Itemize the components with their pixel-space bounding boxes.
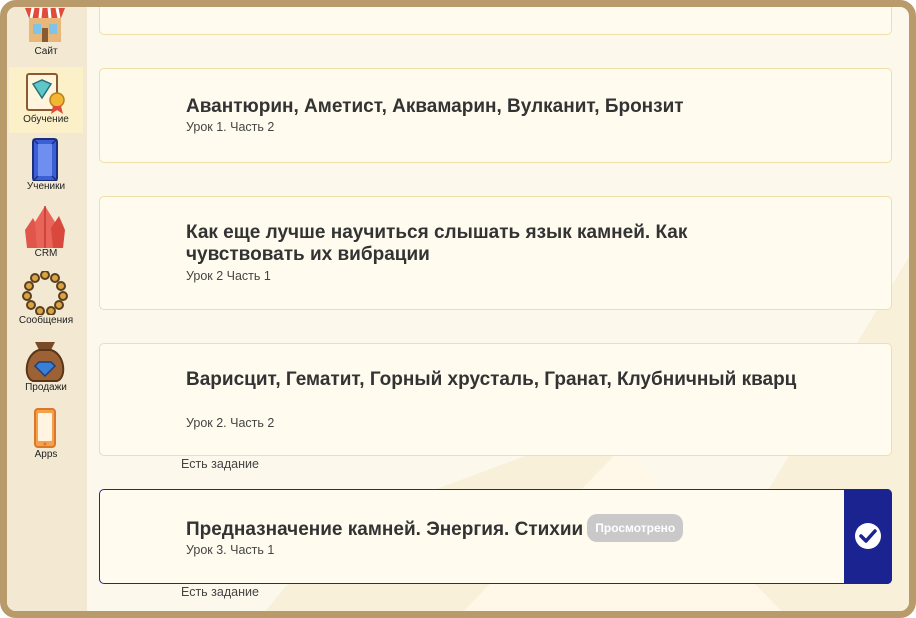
- sidebar-item-label: Сообщения: [18, 315, 74, 326]
- sidebar-item-students[interactable]: Ученики: [9, 134, 83, 200]
- sidebar-item-label: Сайт: [34, 46, 58, 57]
- lesson-card[interactable]: Авантюрин, Аметист, Аквамарин, Вулканит,…: [99, 68, 892, 163]
- lesson-subtitle: Урок 3. Часть 1: [186, 543, 275, 557]
- lesson-title: Варисцит, Гематит, Горный хрусталь, Гран…: [186, 369, 797, 390]
- sidebar-item-learning[interactable]: Обучение: [9, 67, 83, 133]
- sidebar-item-messages[interactable]: Сообщения: [9, 268, 83, 334]
- bead-bracelet-icon: [22, 271, 68, 315]
- lesson-subtitle: Урок 1. Часть 2: [186, 120, 275, 134]
- sidebar-item-label: Продажи: [25, 382, 67, 393]
- lesson-title: Авантюрин, Аметист, Аквамарин, Вулканит,…: [186, 96, 684, 117]
- sidebar-item-label: Ученики: [26, 181, 66, 192]
- lessons-list: Авантюрин, Аметист, Аквамарин, Вулканит,…: [87, 7, 909, 611]
- lesson-card[interactable]: Предназначение камней. Энергия. Стихии Пр…: [99, 489, 892, 584]
- sidebar-item-site[interactable]: Сайт: [9, 7, 83, 65]
- sidebar-item-sales[interactable]: Продажи: [9, 335, 83, 401]
- lesson-card[interactable]: [99, 7, 892, 35]
- sidebar: Сайт Обучение Ученики CRM Сообщения Прод…: [7, 7, 87, 611]
- smartphone-icon: [34, 408, 56, 448]
- lesson-title-text: Предназначение камней. Энергия. Стихии: [186, 519, 584, 541]
- sidebar-item-label: Обучение: [23, 114, 69, 125]
- viewed-badge: Просмотрено: [587, 514, 684, 542]
- storefront-icon: [25, 7, 65, 42]
- red-crystals-icon: [25, 206, 65, 248]
- lesson-subtitle: Урок 2 Часть 1: [186, 269, 271, 283]
- check-circle-icon: [855, 523, 881, 549]
- blue-crystal-icon: [32, 138, 58, 181]
- sidebar-item-label: Apps: [34, 449, 58, 460]
- task-indicator: Есть задание: [181, 457, 259, 471]
- app-window: Сайт Обучение Ученики CRM Сообщения Прод…: [0, 0, 916, 618]
- sidebar-item-apps[interactable]: Apps: [9, 402, 83, 468]
- sidebar-item-label: CRM: [34, 248, 58, 259]
- diploma-gem-icon: [26, 73, 65, 114]
- task-indicator: Есть задание: [181, 585, 259, 599]
- completed-panel[interactable]: [844, 489, 892, 584]
- lesson-card[interactable]: Как еще лучше научиться слышать язык кам…: [99, 196, 892, 310]
- gem-pouch-icon: [25, 342, 65, 382]
- lesson-title: Предназначение камней. Энергия. Стихии Пр…: [186, 514, 806, 544]
- lesson-card[interactable]: Варисцит, Гематит, Горный хрусталь, Гран…: [99, 343, 892, 456]
- lesson-subtitle: Урок 2. Часть 2: [186, 416, 275, 430]
- lesson-title: Как еще лучше научиться слышать язык кам…: [186, 222, 688, 265]
- sidebar-item-crm[interactable]: CRM: [9, 201, 83, 267]
